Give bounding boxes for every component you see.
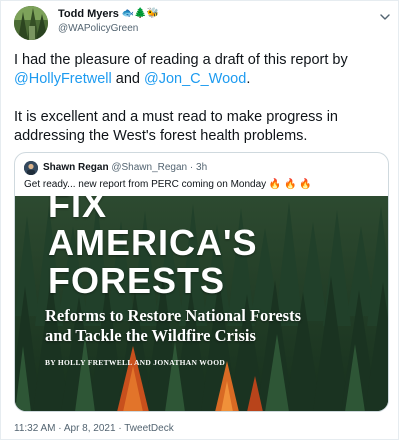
tweet-and: and xyxy=(115,71,140,87)
cover-title-line-2: AMERICA'S xyxy=(48,222,258,263)
cover-title-line-3: FORESTS xyxy=(48,260,226,301)
quote-separator: · xyxy=(189,162,194,173)
quote-text-row: Get ready... new report from PERC coming… xyxy=(24,179,312,190)
author-avatar[interactable] xyxy=(14,6,48,40)
mention-holly-fretwell[interactable]: @HollyFretwell xyxy=(14,71,112,87)
report-cover-image[interactable]: FIX AMERICA'S FORESTS Reforms to Restore… xyxy=(15,196,388,411)
tweet-paragraph-1: I had the pleasure of reading a draft of… xyxy=(14,51,389,89)
mention-jon-c-wood[interactable]: @Jon_C_Wood xyxy=(144,71,246,87)
cover-authors: BY HOLLY FRETWELL AND JONATHAN WOOD xyxy=(45,358,226,367)
tweet-paragraph-2: It is excellent and a must read to make … xyxy=(14,109,338,144)
quote-time[interactable]: 3h xyxy=(196,162,207,173)
caret-down-icon[interactable] xyxy=(377,9,393,25)
tweet-card: Todd Myers 🐟🌲🐝 @WAPolicyGreen I had the … xyxy=(0,0,399,440)
quote-author-name[interactable]: Shawn Regan xyxy=(43,162,109,173)
tweet-period: . xyxy=(246,71,251,87)
quoted-tweet[interactable]: Shawn Regan @Shawn_Regan · 3h Get ready.… xyxy=(14,152,389,412)
cover-subtitle-line-1: Reforms to Restore National Forests xyxy=(45,306,301,325)
author-handle[interactable]: @WAPolicyGreen xyxy=(58,23,138,34)
author-name[interactable]: Todd Myers xyxy=(58,8,119,20)
tweet-text: I had the pleasure of reading a draft of… xyxy=(14,51,389,146)
quote-author-row[interactable]: Shawn Regan @Shawn_Regan · 3h xyxy=(43,162,207,173)
tweet-intro: I had the pleasure of reading a draft of… xyxy=(14,52,348,68)
author-name-row[interactable]: Todd Myers 🐟🌲🐝 xyxy=(58,8,159,20)
quote-author-avatar[interactable] xyxy=(24,161,38,175)
quote-author-handle[interactable]: @Shawn_Regan xyxy=(111,162,187,173)
quote-text: Get ready... new report from PERC coming… xyxy=(24,179,267,190)
tweet-timestamp[interactable]: 11:32 AM · Apr 8, 2021 · TweetDeck xyxy=(14,423,174,434)
fire-emoji-icons: 🔥 🔥 🔥 xyxy=(268,179,312,190)
author-emoji: 🐟🌲🐝 xyxy=(121,8,160,19)
cover-subtitle-line-2: and Tackle the Wildfire Crisis xyxy=(45,326,256,345)
